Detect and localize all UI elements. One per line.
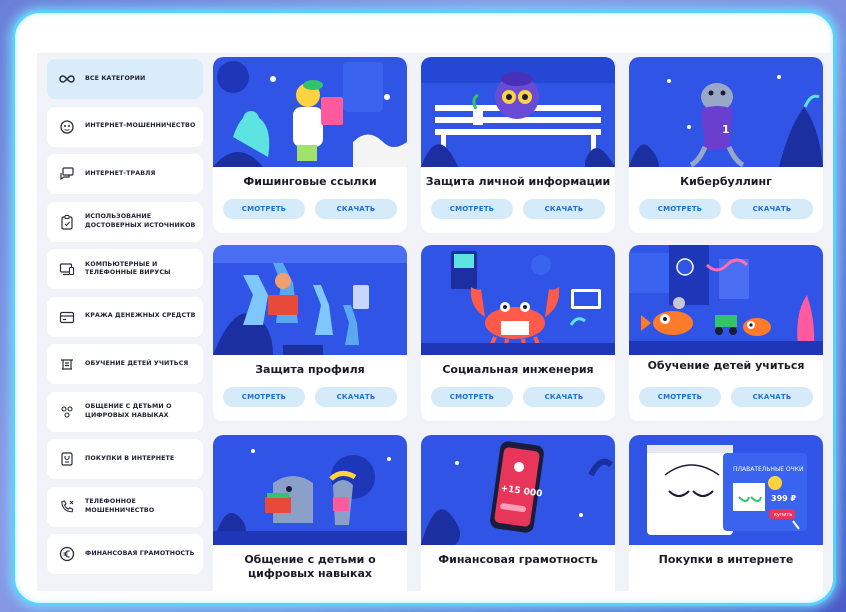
card-title: Финансовая грамотность [438, 553, 598, 566]
card-title: Обучение детей учиться [647, 359, 805, 372]
phishing-illustration [213, 57, 407, 167]
card-title: Социальная инженерия [442, 363, 594, 376]
euro-icon [59, 546, 75, 562]
svg-text:1: 1 [722, 123, 730, 136]
shopping-icon [59, 451, 75, 467]
sidebar-item-label: ОБУЧЕНИЕ ДЕТЕЙ УЧИТЬСЯ [85, 359, 189, 367]
glow-frame: ВСЕ КАТЕГОРИИ ИНТЕРНЕТ-МОШЕННИЧЕСТВО ИНТ… [12, 10, 836, 606]
view-button[interactable]: СМОТРЕТЬ [639, 199, 721, 219]
sidebar-item-label: ФИНАНСОВАЯ ГРАМОТНОСТЬ [85, 549, 195, 557]
sidebar-item-label: ИНТЕРНЕТ-МОШЕННИЧЕСТВО [85, 122, 196, 130]
mask-icon [59, 119, 75, 135]
school-icon [59, 356, 75, 372]
sidebar-item-label: ИСПОЛЬЗОВАНИЕ ДОСТОВЕРНЫХ ИСТОЧНИКОВ [85, 213, 196, 229]
view-button[interactable]: СМОТРЕТЬ [431, 199, 513, 219]
sidebar-item-viruses[interactable]: КОМПЬЮТЕРНЫЕ И ТЕЛЕФОННЫЕ ВИРУСЫ [47, 249, 203, 289]
card-title: Фишинговые ссылки [243, 175, 377, 188]
sidebar-item-financial-literacy[interactable]: ФИНАНСОВАЯ ГРАМОТНОСТЬ [47, 534, 203, 574]
online-shopping-illustration: ПЛАВАТЕЛЬНЫЕ ОЧКИ 399 ₽ купить [629, 435, 823, 545]
download-button[interactable]: СКАЧАТЬ [731, 387, 813, 407]
profile-protection-illustration [213, 245, 407, 355]
svg-text:ПЛАВАТЕЛЬНЫЕ ОЧКИ: ПЛАВАТЕЛЬНЫЕ ОЧКИ [733, 466, 804, 473]
sidebar-item-reliable-sources[interactable]: ИСПОЛЬЗОВАНИЕ ДОСТОВЕРНЫХ ИСТОЧНИКОВ [47, 201, 203, 242]
sidebar-item-phone-fraud[interactable]: ТЕЛЕФОННОЕ МОШЕННИЧЕСТВО [47, 486, 203, 527]
download-button[interactable]: СКАЧАТЬ [523, 387, 605, 407]
lesson-card-social-engineering[interactable]: Социальная инженерия СМОТРЕТЬ СКАЧАТЬ [421, 245, 615, 421]
cyberbullying-illustration: 1 [629, 57, 823, 167]
phone-icon [59, 499, 75, 515]
sidebar-item-online-shopping[interactable]: ПОКУПКИ В ИНТЕРНЕТЕ [47, 439, 203, 479]
sidebar-item-label: ПОКУПКИ В ИНТЕРНЕТЕ [85, 454, 175, 462]
view-button[interactable]: СМОТРЕТЬ [639, 387, 721, 407]
lesson-card-online-shopping[interactable]: ПЛАВАТЕЛЬНЫЕ ОЧКИ 399 ₽ купить Покупки в… [629, 435, 823, 591]
lesson-card-personal-data[interactable]: Защита личной информации СМОТРЕТЬ СКАЧАТ… [421, 57, 615, 233]
sidebar-item-digital-skills[interactable]: ОБЩЕНИЕ С ДЕТЬМИ О ЦИФРОВЫХ НАВЫКАХ [47, 391, 203, 432]
sidebar-item-label: КРАЖА ДЕНЕЖНЫХ СРЕДСТВ [85, 312, 196, 320]
personal-data-illustration [421, 57, 615, 167]
people-icon [59, 404, 75, 420]
card-title: Защита профиля [255, 363, 365, 376]
category-sidebar: ВСЕ КАТЕГОРИИ ИНТЕРНЕТ-МОШЕННИЧЕСТВО ИНТ… [47, 59, 203, 582]
wallet-icon [59, 309, 75, 325]
clipboard-icon [59, 214, 75, 230]
download-button[interactable]: СКАЧАТЬ [523, 199, 605, 219]
financial-literacy-illustration: +15 000 [421, 435, 615, 545]
sidebar-item-label: ТЕЛЕФОННОЕ МОШЕННИЧЕСТВО [85, 498, 155, 514]
lesson-card-digital-skills[interactable]: Общение с детьми о цифровых навыках [213, 435, 407, 591]
card-title: Защита личной информации [425, 175, 611, 188]
devices-icon [59, 261, 75, 277]
digital-skills-illustration [213, 435, 407, 545]
lesson-card-financial-literacy[interactable]: +15 000 Финансовая грамотность [421, 435, 615, 591]
sidebar-item-label: КОМПЬЮТЕРНЫЕ И ТЕЛЕФОННЫЕ ВИРУСЫ [85, 260, 171, 277]
lesson-card-profile-protection[interactable]: Защита профиля СМОТРЕТЬ СКАЧАТЬ [213, 245, 407, 421]
lesson-card-cyberbullying[interactable]: 1 Кибербуллинг СМОТРЕТЬ СКАЧАТЬ [629, 57, 823, 233]
view-button[interactable]: СМОТРЕТЬ [223, 387, 305, 407]
sidebar-item-all-categories[interactable]: ВСЕ КАТЕГОРИИ [47, 59, 203, 99]
sidebar-item-money-theft[interactable]: КРАЖА ДЕНЕЖНЫХ СРЕДСТВ [47, 296, 203, 337]
page-content: ВСЕ КАТЕГОРИИ ИНТЕРНЕТ-МОШЕННИЧЕСТВО ИНТ… [37, 53, 833, 591]
teaching-kids-illustration [629, 245, 823, 355]
chat-icon [59, 166, 75, 182]
social-engineering-illustration [421, 245, 615, 355]
sidebar-item-label: ИНТЕРНЕТ-ТРАВЛЯ [85, 169, 156, 177]
view-button[interactable]: СМОТРЕТЬ [223, 199, 305, 219]
infinity-icon [59, 71, 75, 87]
download-button[interactable]: СКАЧАТЬ [315, 387, 397, 407]
svg-text:купить: купить [774, 512, 792, 518]
view-button[interactable]: СМОТРЕТЬ [431, 387, 513, 407]
sidebar-item-cyberbullying[interactable]: ИНТЕРНЕТ-ТРАВЛЯ [47, 154, 203, 194]
card-title: Покупки в интернете [658, 553, 794, 566]
svg-text:399 ₽: 399 ₽ [771, 494, 796, 503]
sidebar-item-internet-fraud[interactable]: ИНТЕРНЕТ-МОШЕННИЧЕСТВО [47, 106, 203, 147]
card-title: Общение с детьми о цифровых навыках [244, 553, 376, 580]
sidebar-item-label: ВСЕ КАТЕГОРИИ [85, 74, 146, 82]
lesson-card-teaching-kids[interactable]: Обучение детей учиться СМОТРЕТЬ СКАЧАТЬ [629, 245, 823, 421]
download-button[interactable]: СКАЧАТЬ [731, 199, 813, 219]
sidebar-item-teaching-kids[interactable]: ОБУЧЕНИЕ ДЕТЕЙ УЧИТЬСЯ [47, 344, 203, 384]
lesson-card-phishing[interactable]: Фишинговые ссылки СМОТРЕТЬ СКАЧАТЬ [213, 57, 407, 233]
download-button[interactable]: СКАЧАТЬ [315, 199, 397, 219]
sidebar-item-label: ОБЩЕНИЕ С ДЕТЬМИ О ЦИФРОВЫХ НАВЫКАХ [85, 403, 172, 419]
card-title: Кибербуллинг [680, 175, 772, 188]
